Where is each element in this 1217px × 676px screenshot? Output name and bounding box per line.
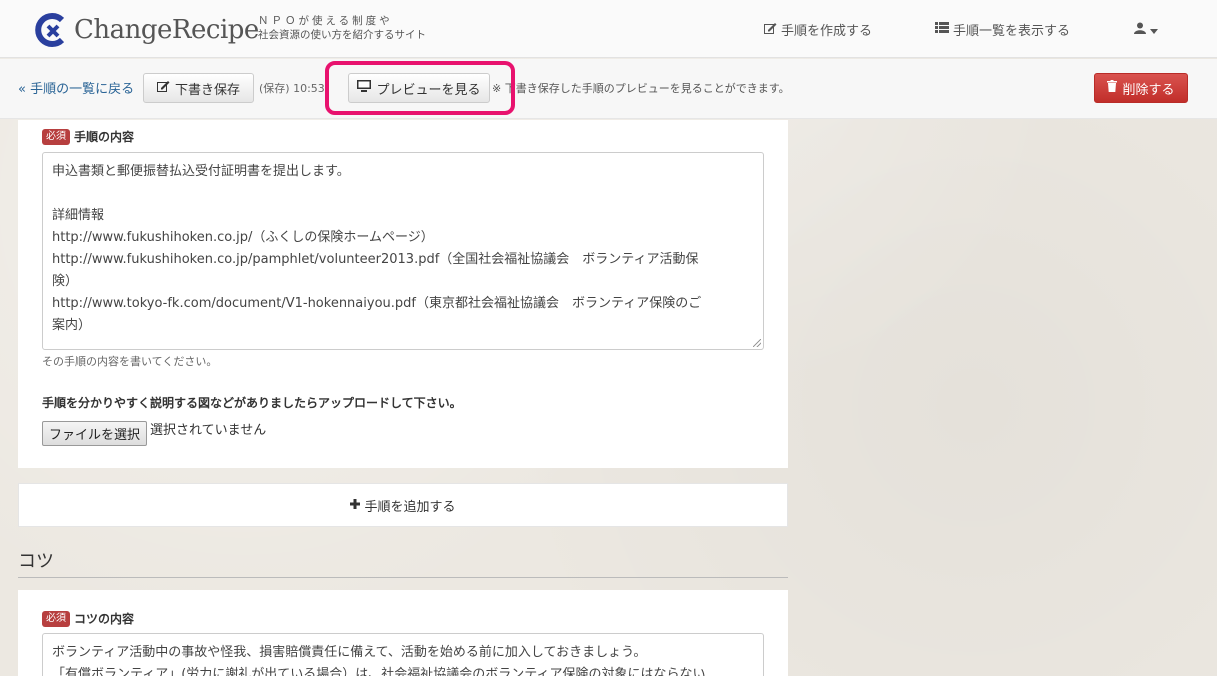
save-draft-label: 下書き保存 (174, 82, 240, 98)
textarea-line: ボランティア活動中の事故や怪我、損害賠償責任に備えて、活動を始める前に加入してお… (52, 645, 647, 660)
tagline-line2: 社会資源の使い方を紹介するサイト (258, 29, 426, 41)
brand-name: ChangeRecipe (74, 15, 259, 45)
step-panel: 必須 手順の内容 申込書類と郵便振替払込受付証明書を提出します。 詳細情報 ht… (18, 120, 788, 468)
nav-create-label: 手順を作成する (781, 24, 873, 39)
add-step-label: 手順を追加する (364, 499, 456, 515)
step-content-textarea[interactable]: 申込書類と郵便振替払込受付証明書を提出します。 詳細情報 http://www.… (42, 152, 764, 350)
logo-icon (34, 12, 70, 48)
textarea-line: http://www.fukushihoken.co.jp/pamphlet/v… (52, 252, 699, 267)
nav-create-procedure[interactable]: 手順を作成する (764, 20, 872, 39)
textarea-line: 案内） (52, 318, 92, 333)
textarea-line (52, 183, 754, 205)
tips-section-title: コツ (18, 551, 54, 572)
caret-down-icon (1150, 23, 1158, 38)
required-badge: 必須 (42, 128, 70, 145)
textarea-line: 険） (52, 274, 79, 289)
tips-content-label: 必須 コツの内容 (42, 610, 134, 627)
plus-icon (350, 498, 361, 513)
nav-procedure-list[interactable]: 手順一覧を表示する (935, 20, 1070, 39)
user-icon (1134, 22, 1146, 38)
delete-button[interactable]: 削除する (1094, 73, 1188, 103)
trash-icon (1107, 80, 1118, 96)
saved-timestamp: (保存) 10:53 (259, 82, 325, 95)
editor-toolbar: « 手順の一覧に戻る 下書き保存 (保存) 10:53 プレビューを見る ※ 下… (0, 59, 1217, 119)
tips-content-title: コツの内容 (74, 612, 135, 626)
site-tagline: ＮＰＯが使える制度や 社会資源の使い方を紹介するサイト (258, 14, 426, 42)
step-content-title: 手順の内容 (74, 130, 135, 144)
textarea-line: http://www.tokyo-fk.com/document/V1-hoke… (52, 296, 702, 311)
top-navbar: ChangeRecipe ＮＰＯが使える制度や 社会資源の使い方を紹介するサイト… (0, 0, 1217, 58)
tips-panel: 必須 コツの内容 ボランティア活動中の事故や怪我、損害賠償責任に備えて、活動を始… (18, 590, 788, 676)
list-icon (935, 22, 949, 37)
textarea-line: 申込書類と郵便振替払込受付証明書を提出します。 (52, 164, 350, 179)
edit-icon (156, 80, 170, 96)
section-divider (18, 577, 788, 578)
step-content-label: 必須 手順の内容 (42, 128, 134, 145)
upload-label: 手順を分かりやすく説明する図などがありましたらアップロードして下さい。 (42, 396, 462, 410)
textarea-line: http://www.fukushihoken.co.jp/（ふくしの保険ホーム… (52, 230, 434, 245)
textarea-line: 「有償ボランティア」(労力に謝礼が出ている場合）は、社会福祉協議会のボランティア… (52, 667, 706, 676)
required-badge: 必須 (42, 610, 70, 627)
tips-content-textarea[interactable]: ボランティア活動中の事故や怪我、損害賠償責任に備えて、活動を始める前に加入してお… (42, 633, 764, 676)
resize-handle[interactable] (753, 339, 761, 347)
delete-label: 削除する (1122, 82, 1175, 98)
save-draft-button[interactable]: 下書き保存 (143, 73, 254, 103)
file-status-text: 選択されていません (150, 423, 267, 438)
preview-highlight-annotation (325, 61, 515, 115)
textarea-line: 詳細情報 (52, 208, 105, 223)
nav-list-label: 手順一覧を表示する (953, 24, 1071, 39)
step-help-text: その手順の内容を書いてください。 (42, 355, 218, 368)
site-logo[interactable]: ChangeRecipe (34, 12, 259, 48)
back-to-list-link[interactable]: « 手順の一覧に戻る (18, 78, 134, 97)
edit-icon (764, 22, 777, 38)
add-step-button[interactable]: 手順を追加する (18, 483, 788, 527)
file-select-button[interactable]: ファイルを選択 (42, 421, 148, 446)
tagline-line1: ＮＰＯが使える制度や (258, 15, 393, 27)
preview-note: ※ 下書き保存した手順のプレビューを見ることができます。 (492, 82, 790, 95)
user-menu[interactable] (1134, 22, 1158, 38)
